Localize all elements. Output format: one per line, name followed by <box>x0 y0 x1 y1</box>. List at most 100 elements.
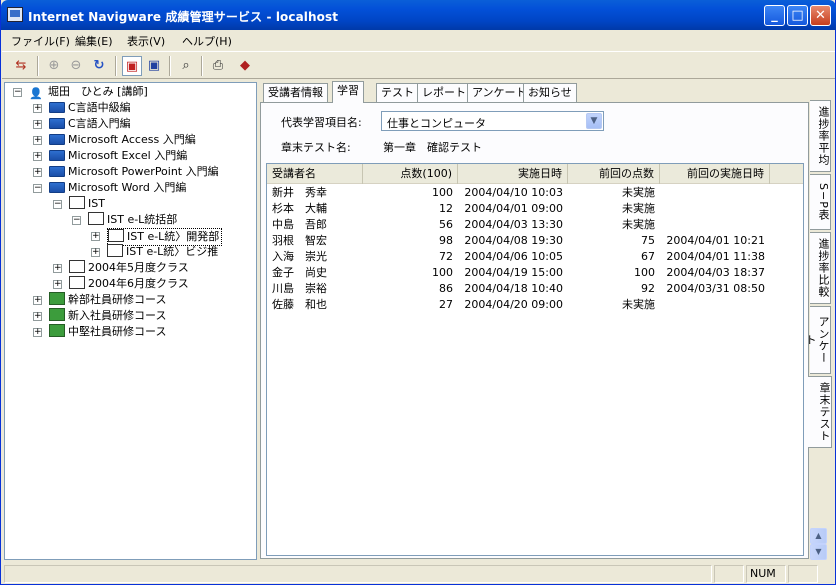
cell-name: 新井 秀幸 <box>272 186 327 199</box>
status-bar: NUM <box>2 563 835 584</box>
expand-toggle[interactable]: + <box>53 264 62 273</box>
course-icon <box>49 118 65 129</box>
toolbar: ⇆ ⊕ ⊖ ↻ ▣ ▣ ⌕ ⎙ ◆ <box>2 51 835 79</box>
user-search-icon[interactable]: ⌕ <box>176 56 196 76</box>
collapse-toggle[interactable]: − <box>13 88 22 97</box>
class-icon <box>69 276 85 289</box>
course-icon <box>49 150 65 161</box>
table-row[interactable]: 羽根 智宏 98 2004/04/08 19:30 75 2004/04/01 10:2… <box>267 233 803 249</box>
expand-toggle[interactable]: + <box>33 312 42 321</box>
view-mode-1-icon[interactable]: ▣ <box>122 56 142 76</box>
chevron-down-icon[interactable]: ▼ <box>586 113 602 129</box>
tab-report[interactable]: レポート <box>417 83 471 102</box>
learning-item-value: 仕事とコンピュータ <box>387 117 486 130</box>
expand-toggle[interactable]: + <box>91 232 100 241</box>
close-button[interactable]: ✕ <box>810 5 831 26</box>
table-row[interactable]: 中島 吾郎 56 2004/04/03 13:30 未実施 <box>267 217 803 233</box>
cell-prev-date: 2004/03/31 08:50 <box>666 282 765 295</box>
column-header-score[interactable]: 点数(100) <box>363 164 458 184</box>
cell-prev-score: 67 <box>641 250 655 263</box>
table-header: 受講者名 点数(100) 実施日時 前回の点数 前回の実施日時 <box>267 164 803 184</box>
table-row[interactable]: 川島 崇裕 86 2004/04/18 10:40 92 2004/03/31 08:5… <box>267 281 803 297</box>
vtab-sp-chart[interactable]: S−P表 <box>810 174 831 230</box>
book-icon[interactable]: ◆ <box>235 56 255 76</box>
tab-notice[interactable]: お知らせ <box>523 83 577 102</box>
app-icon[interactable] <box>7 7 23 22</box>
title-bar[interactable]: Internet Navigware 成績管理サービス - localhost … <box>1 0 836 30</box>
expand-toggle[interactable]: + <box>33 168 42 177</box>
vtab-chapter-test[interactable]: 章末テスト <box>808 376 832 448</box>
exit-icon[interactable]: ⇆ <box>11 56 31 76</box>
expand-toggle[interactable]: + <box>33 328 42 337</box>
cell-prev-date: 2004/04/01 11:38 <box>666 250 765 263</box>
training-course-icon <box>49 324 65 337</box>
menu-view[interactable]: 表示(V) <box>127 33 165 49</box>
menu-edit[interactable]: 編集(E) <box>75 33 113 49</box>
app-window: Internet Navigware 成績管理サービス - localhost … <box>0 0 836 585</box>
scroll-down-icon[interactable]: ▼ <box>810 544 827 560</box>
cell-prev-score: 未実施 <box>622 202 655 215</box>
expand-toggle[interactable]: + <box>91 248 100 257</box>
cell-prev-score: 100 <box>634 266 655 279</box>
menu-file[interactable]: ファイル(F) <box>11 33 70 49</box>
cell-prev-score: 未実施 <box>622 298 655 311</box>
course-icon <box>49 134 65 145</box>
collapse-toggle[interactable]: − <box>53 200 62 209</box>
toolbar-separator <box>37 56 39 76</box>
score-table[interactable]: 受講者名 点数(100) 実施日時 前回の点数 前回の実施日時 新井 秀幸 100… <box>266 163 804 556</box>
cell-prev-date <box>660 297 770 313</box>
cell-prev-date <box>660 201 770 217</box>
cell-prev-date: 2004/04/03 18:37 <box>666 266 765 279</box>
print-icon[interactable]: ⎙ <box>208 56 228 76</box>
table-row[interactable]: 新井 秀幸 100 2004/04/10 10:03 未実施 <box>267 185 803 201</box>
column-header-prev-score[interactable]: 前回の点数 <box>568 164 660 184</box>
cell-name: 金子 尚史 <box>272 266 327 279</box>
vtab-progress-compare[interactable]: 進捗率比較 <box>810 232 831 304</box>
cell-score: 72 <box>439 250 453 263</box>
refresh-icon[interactable]: ↻ <box>89 56 109 76</box>
table-row[interactable]: 杉本 大輔 12 2004/04/01 09:00 未実施 <box>267 201 803 217</box>
zoom-in-icon[interactable]: ⊕ <box>44 56 64 76</box>
minimize-button[interactable]: _ <box>764 5 785 26</box>
tab-survey[interactable]: アンケート <box>467 83 532 102</box>
table-row[interactable]: 金子 尚史 100 2004/04/19 15:00 100 2004/04/03 18… <box>267 265 803 281</box>
expand-toggle[interactable]: + <box>33 104 42 113</box>
course-tree[interactable]: − 👤 堀田 ひとみ [講師] + C言語中級編 + C言語入門編 + Microsof… <box>4 82 257 560</box>
cell-prev-score: 92 <box>641 282 655 295</box>
collapse-toggle[interactable]: − <box>72 216 81 225</box>
tree-node-label: IST e-L統括部 <box>107 213 178 226</box>
view-mode-2-icon[interactable]: ▣ <box>144 56 164 76</box>
menu-bar: ファイル(F) 編集(E) 表示(V) ヘルプ(H) <box>2 30 835 50</box>
tree-node-label: Microsoft PowerPoint 入門編 <box>68 165 219 178</box>
cell-name: 羽根 智宏 <box>272 234 327 247</box>
column-header-name[interactable]: 受講者名 <box>267 164 363 184</box>
maximize-button[interactable]: □ <box>787 5 808 26</box>
tree-node-label: Microsoft Access 入門編 <box>68 133 196 146</box>
expand-toggle[interactable]: + <box>53 280 62 289</box>
column-header-prev-date[interactable]: 前回の実施日時 <box>660 164 770 184</box>
tree-node-label: C言語中級編 <box>68 101 131 114</box>
cell-score: 27 <box>439 298 453 311</box>
collapse-toggle[interactable]: − <box>33 184 42 193</box>
learning-item-select[interactable]: 仕事とコンピュータ ▼ <box>381 111 604 131</box>
table-row[interactable]: 佐藤 和也 27 2004/04/20 09:00 未実施 <box>267 297 803 313</box>
expand-toggle[interactable]: + <box>33 152 42 161</box>
toolbar-separator <box>169 56 171 76</box>
table-row[interactable]: 入海 崇光 72 2004/04/06 10:05 67 2004/04/01 11:3… <box>267 249 803 265</box>
menu-help[interactable]: ヘルプ(H) <box>182 33 232 49</box>
column-header-date[interactable]: 実施日時 <box>458 164 568 184</box>
tree-root-label: 堀田 ひとみ [講師] <box>48 85 148 98</box>
tree-node-label: C言語入門編 <box>68 117 131 130</box>
expand-toggle[interactable]: + <box>33 136 42 145</box>
tab-learning[interactable]: 学習 <box>332 81 364 103</box>
expand-toggle[interactable]: + <box>33 120 42 129</box>
zoom-out-icon[interactable]: ⊖ <box>66 56 86 76</box>
tab-test[interactable]: テスト <box>376 83 419 102</box>
vtab-survey[interactable]: アンケート <box>804 306 831 374</box>
expand-toggle[interactable]: + <box>33 296 42 305</box>
instructor-icon: 👤 <box>29 87 43 100</box>
tab-student-info[interactable]: 受講者情報 <box>263 83 328 102</box>
organization-icon <box>88 212 104 225</box>
scroll-up-icon[interactable]: ▲ <box>810 528 827 544</box>
vtab-progress-average[interactable]: 進捗率平均 <box>810 100 831 172</box>
